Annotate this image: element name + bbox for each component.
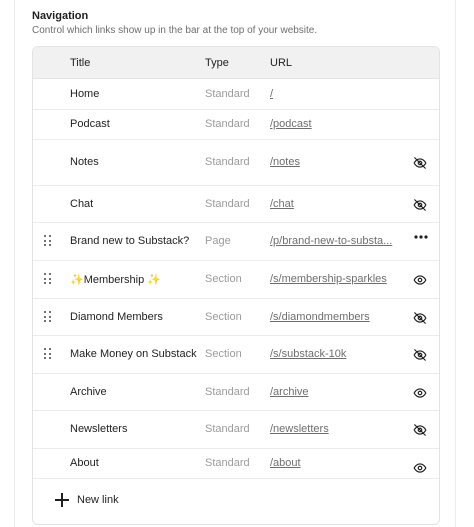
eye-icon[interactable]: [413, 273, 431, 287]
row-url-link[interactable]: /p/brand-new-to-substa...: [270, 235, 396, 247]
column-header-title: Title: [70, 57, 91, 69]
row-type: Section: [205, 348, 242, 360]
row-type: Standard: [205, 423, 250, 435]
section-title: Navigation: [32, 10, 89, 22]
row-title: Archive: [70, 386, 107, 398]
row-title: ✨Membership ✨: [70, 274, 161, 286]
more-icon[interactable]: [413, 230, 431, 244]
row-url-link[interactable]: /chat: [270, 198, 396, 210]
row-url-link[interactable]: /podcast: [270, 118, 396, 130]
drag-handle-icon[interactable]: [44, 311, 52, 323]
row-type: Page: [205, 235, 231, 247]
plus-icon: [55, 493, 69, 507]
row-url-link[interactable]: /about: [270, 457, 396, 469]
panel-right-border: [455, 0, 456, 527]
table-row[interactable]: Diamond Members Section/s/diamondmembers: [33, 298, 439, 336]
row-type: Standard: [205, 198, 250, 210]
row-type: Section: [205, 311, 242, 323]
table-row[interactable]: Notes Standard/notes: [33, 139, 439, 186]
eye-off-icon[interactable]: [413, 423, 431, 437]
drag-handle-icon[interactable]: [44, 235, 52, 247]
row-title: Podcast: [70, 118, 110, 130]
row-url-link[interactable]: /: [270, 88, 396, 100]
drag-handle-icon[interactable]: [44, 273, 52, 285]
new-link-button[interactable]: New link: [33, 478, 439, 522]
column-header-url: URL: [270, 57, 293, 69]
row-type: Standard: [205, 457, 250, 469]
row-title: Brand new to Substack?: [70, 235, 190, 247]
eye-off-icon[interactable]: [413, 311, 431, 325]
row-url-link[interactable]: /s/substack-10k: [270, 348, 396, 360]
row-type: Standard: [205, 118, 250, 130]
drag-handle-icon[interactable]: [44, 348, 52, 360]
row-url-link[interactable]: /s/membership-sparkles: [270, 273, 396, 285]
eye-off-icon[interactable]: [413, 198, 431, 212]
table-row[interactable]: Archive Standard/archive: [33, 373, 439, 411]
table-row[interactable]: Podcast Standard/podcast: [33, 109, 439, 140]
eye-icon[interactable]: [413, 461, 431, 475]
row-title: Newsletters: [70, 423, 128, 435]
section-description: Control which links show up in the bar a…: [32, 25, 318, 36]
row-url-link[interactable]: /archive: [270, 386, 396, 398]
row-title: Home: [70, 88, 100, 100]
panel-left-border: [14, 0, 15, 527]
row-url-link[interactable]: /newsletters: [270, 423, 396, 435]
row-type: Standard: [205, 156, 250, 168]
row-title: Make Money on Substack: [70, 348, 197, 360]
table-row[interactable]: Brand new to Substack? Page/p/brand-new-t…: [33, 222, 439, 261]
row-type: Standard: [205, 88, 250, 100]
table-header: Title Type URL: [33, 47, 439, 79]
row-title: Diamond Members: [70, 311, 163, 323]
table-row[interactable]: Make Money on Substack Section/s/substack…: [33, 335, 439, 374]
table-row[interactable]: About Standard/about: [33, 448, 439, 479]
row-url-link[interactable]: /s/diamondmembers: [270, 311, 396, 323]
row-title: Notes: [70, 156, 99, 168]
table-row[interactable]: Newsletters Standard/newsletters: [33, 410, 439, 449]
row-type: Standard: [205, 386, 250, 398]
row-title: About: [70, 457, 99, 469]
row-url-link[interactable]: /notes: [270, 156, 396, 168]
navigation-table: Title Type URL Home Standard / Podcast Stand…: [32, 46, 440, 525]
row-type: Section: [205, 273, 242, 285]
row-title: Chat: [70, 198, 94, 210]
table-row[interactable]: Home Standard /: [33, 79, 439, 110]
column-header-type: Type: [205, 57, 229, 69]
eye-off-icon[interactable]: [413, 156, 431, 170]
eye-icon[interactable]: [413, 386, 431, 400]
table-row[interactable]: ✨Membership ✨ Section/s/membership-sparkl…: [33, 260, 439, 299]
table-row[interactable]: Chat Standard/chat: [33, 185, 439, 223]
eye-off-icon[interactable]: [413, 348, 431, 362]
new-link-label: New link: [77, 494, 119, 506]
